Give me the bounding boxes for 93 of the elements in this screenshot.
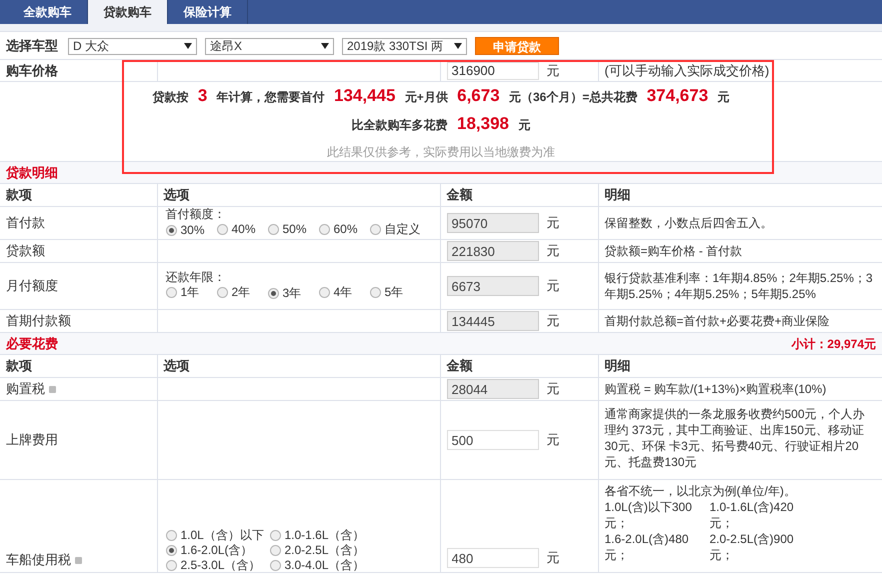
section-title: 贷款明细 [6, 164, 58, 180]
radio-button[interactable] [268, 288, 278, 299]
tax-rate-text: 1.6-2.0L(含)480元； [604, 531, 690, 563]
radio-option[interactable]: 4年 [318, 285, 352, 300]
amount-field[interactable]: 95070 [446, 213, 538, 233]
detail-text: 各省不统一，以北京为例(单位/年)。 [604, 483, 797, 499]
column-header: 金额 [440, 354, 598, 378]
unit-label: 元 [546, 214, 560, 232]
disclaimer: 此结果仅供参考，实际费用以当地缴费为准 [327, 144, 555, 160]
tax-rate-text: 1.0-1.6L(含)420元； [710, 499, 795, 531]
column-header: 款项 [0, 184, 157, 206]
radio-option[interactable]: 3年 [268, 286, 302, 301]
radio-option[interactable]: 1.0L（含）以下 [166, 528, 270, 542]
detail-text: 贷款额=购车价格 - 首付款 [598, 240, 882, 262]
radio-button[interactable] [370, 224, 380, 235]
radio-button[interactable] [166, 544, 176, 556]
radio-option[interactable]: 5年 [370, 285, 404, 300]
radio-option[interactable]: 1.0-1.6L（含） [270, 528, 374, 542]
row-label: 贷款额 [0, 240, 157, 262]
tax-rate-text: 1.0L(含)以下300元； [604, 499, 693, 531]
help-icon[interactable] [75, 557, 82, 564]
radio-button[interactable] [270, 530, 280, 540]
dropdown[interactable]: 途昂X [205, 38, 334, 54]
radio-button[interactable] [166, 225, 176, 236]
amount-field[interactable]: 28044 [446, 379, 538, 399]
amount-field[interactable]: 500 [446, 430, 538, 450]
unit-label: 元 [546, 549, 560, 568]
radio-option[interactable]: 60% [318, 222, 358, 237]
row-label: 月付额度 [0, 262, 157, 310]
dropdown[interactable]: 2019款 330TSI 两 [342, 38, 467, 54]
column-header: 选项 [157, 354, 440, 378]
radio-button[interactable] [318, 287, 330, 298]
unit-label: 元 [546, 312, 560, 330]
radio-button[interactable] [166, 560, 176, 570]
detail-text: 保留整数，小数点后四舍五入。 [598, 206, 882, 240]
help-icon[interactable] [49, 386, 56, 394]
radio-option[interactable]: 2.0-2.5L（含） [270, 543, 374, 557]
detail-text: 购置税 = 购车款/(1+13%)×购置税率(10%) [604, 381, 828, 397]
radio-button[interactable] [268, 224, 278, 235]
caret-icon [454, 43, 462, 49]
section-title: 必要花费 [6, 336, 58, 351]
amount-field[interactable]: 480 [446, 548, 538, 568]
radio-button[interactable] [370, 287, 380, 298]
radio-button[interactable] [216, 287, 228, 298]
radio-option[interactable]: 3.0-4.0L（含） [270, 558, 374, 572]
radio-button[interactable] [270, 544, 280, 556]
column-header: 金额 [440, 184, 598, 206]
amount-field[interactable]: 6673 [446, 276, 538, 296]
subtotal: 小计：29,974元 [791, 336, 876, 350]
loan-summary: 贷款按 3 年计算，您需要首付 134,445 元+月供 6,673 元（36个月）=总共花费 374,673 元 [152, 84, 730, 106]
detail-text: 首期付款总额=首付款+必要花费+商业保险 [598, 310, 882, 332]
radio-button[interactable] [166, 530, 176, 540]
detail-text: 通常商家提供的一条龙服务收费约500元，个人办理约 373元，其中工商验证、出库150元、移动证30元、环保 卡3元、拓号费40元、行驶证相片20元、托盘费130元 [604, 406, 866, 470]
radio-button[interactable] [318, 224, 330, 235]
radio-option[interactable]: 40% [216, 222, 256, 237]
dropdown[interactable]: D 大众 [68, 38, 197, 54]
tax-rate-text: 2.0-2.5L(含)900元； [710, 531, 795, 563]
caret-icon [184, 43, 192, 49]
amount-field[interactable]: 221830 [446, 241, 538, 261]
unit-label: 元 [546, 62, 560, 80]
radio-button[interactable] [166, 287, 176, 298]
radio-option[interactable]: 2年 [216, 285, 250, 300]
radio-button[interactable] [216, 224, 228, 235]
radio-option[interactable]: 自定义 [370, 222, 420, 237]
row-label: 首付款 [0, 206, 157, 240]
price-note: (可以手动输入实际成交价格) [598, 60, 882, 82]
unit-label: 元 [546, 380, 560, 398]
radio-option[interactable]: 2.5-3.0L（含） [166, 558, 270, 572]
radio-option[interactable]: 1年 [166, 285, 200, 300]
unit-label: 元 [546, 277, 560, 296]
column-header: 明细 [598, 184, 882, 206]
radio-option[interactable]: 50% [268, 222, 307, 237]
radio-option[interactable]: 30% [166, 223, 205, 238]
radio-button[interactable] [270, 560, 280, 570]
column-header: 选项 [157, 184, 440, 206]
column-header: 款项 [0, 354, 157, 378]
extra-cost-summary: 比全款购车多花费 18,398 元 [352, 113, 530, 135]
row-label: 车船使用税 [6, 552, 71, 567]
unit-label: 元 [546, 242, 560, 260]
unit-label: 元 [546, 431, 560, 450]
caret-icon [321, 43, 329, 49]
price-field[interactable]: 316900 [446, 62, 538, 80]
option-label: 还款年限： [166, 270, 226, 285]
row-label: 购置税 [6, 381, 45, 396]
amount-field[interactable]: 134445 [446, 311, 538, 331]
column-header: 明细 [598, 354, 882, 378]
tab[interactable]: 贷款购车 [88, 0, 168, 24]
row-label: 购车价格 [0, 60, 157, 82]
radio-option[interactable]: 1.6-2.0L(含） [166, 543, 270, 557]
option-label: 首付额度： [166, 207, 226, 222]
row-label: 上牌费用 [6, 432, 58, 448]
field-label: 选择车型 [6, 37, 58, 56]
detail-text: 银行贷款基准利率：1年期4.85%；2年期5.25%；3年期5.25%；4年期5.25%；5年期5.25% [598, 262, 882, 310]
